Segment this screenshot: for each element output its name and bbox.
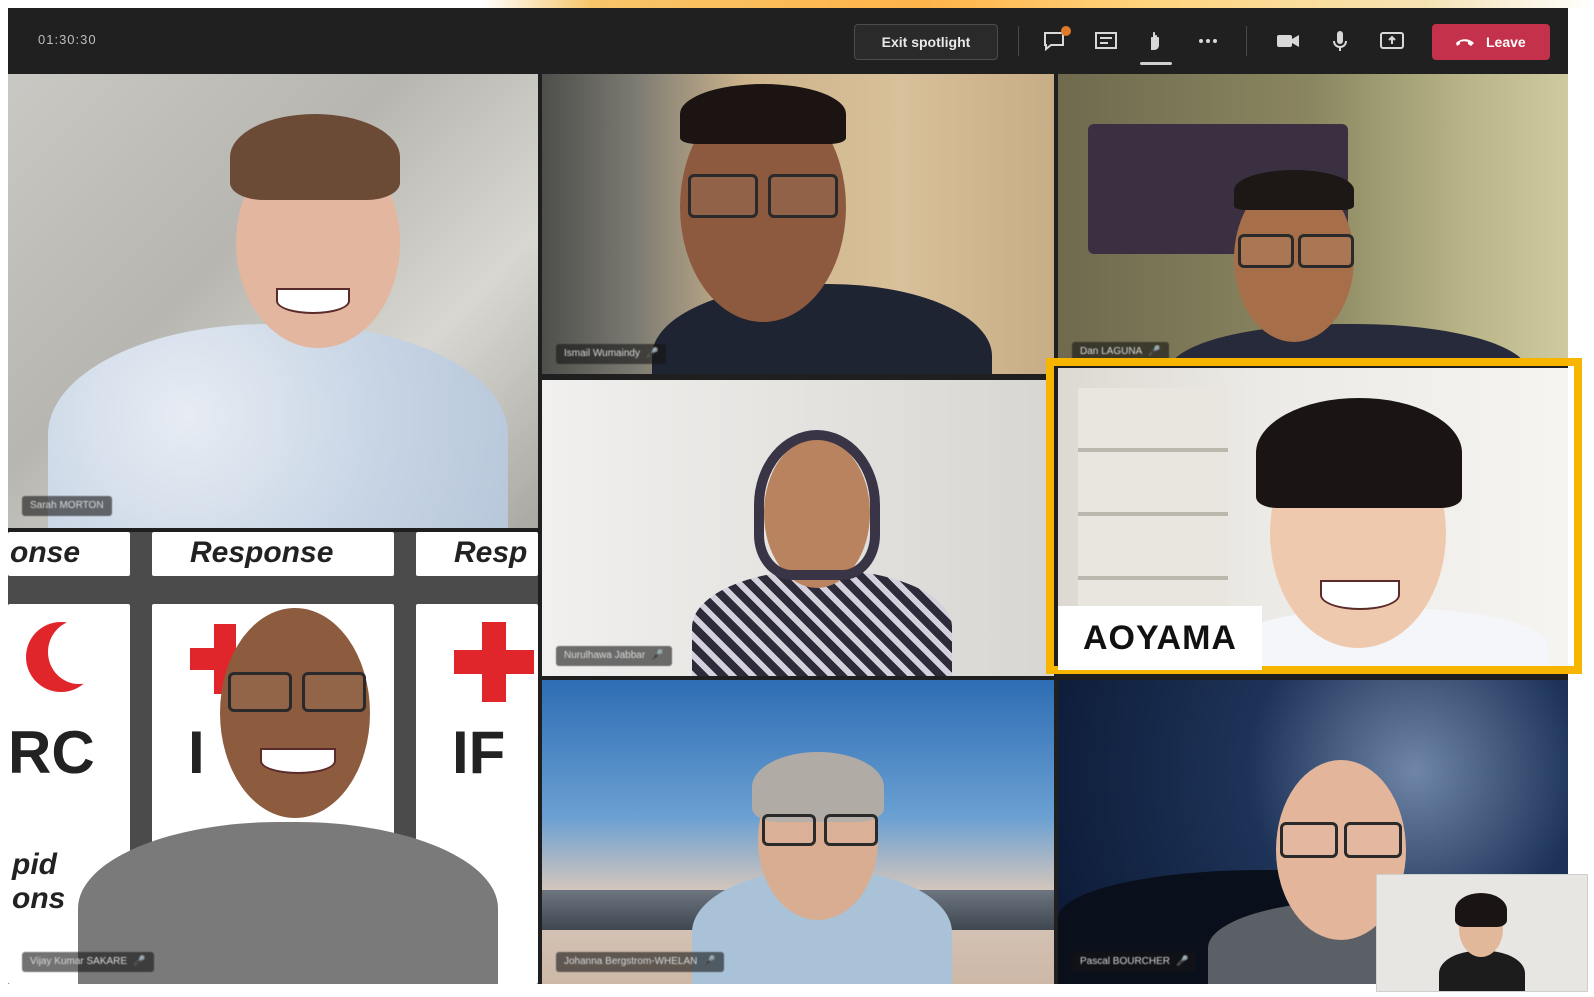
hang-up-icon <box>1454 34 1476 50</box>
banner-letters: IF <box>452 719 506 786</box>
mic-icon: 🎤 <box>703 956 716 967</box>
video-tile-top-right[interactable]: Dan LAGUNA 🎤 <box>1058 74 1568 364</box>
more-icon[interactable] <box>1194 28 1222 54</box>
participant-glasses <box>1298 234 1354 268</box>
participant-smile <box>276 288 350 314</box>
mic-icon[interactable] <box>1326 28 1354 54</box>
self-view-thumbnail[interactable] <box>1376 874 1588 992</box>
participant-name: Johanna Bergstrom-WHELAN <box>564 956 698 967</box>
meeting-timer: 01:30:30 <box>38 32 97 47</box>
participant-glasses <box>228 672 292 712</box>
decorative-banner-strip <box>480 0 1594 8</box>
participant-name: Vijay Kumar SAKARE <box>30 956 128 967</box>
camera-icon[interactable] <box>1274 28 1302 54</box>
screenshot-frame: 01:30:30 Exit spotlight Leave Sarah MORT… <box>0 0 1594 997</box>
red-crescent-icon <box>26 620 110 692</box>
banner-word: Resp <box>454 536 528 569</box>
participant-glasses <box>302 672 366 712</box>
participant-name-tag: Vijay Kumar SAKARE 🎤 <box>22 952 154 972</box>
banner-letters: RC <box>8 719 95 786</box>
participant-name: Pascal BOURCHER <box>1080 956 1171 967</box>
participant-name: Dan LAGUNA <box>1080 346 1143 357</box>
participant-name-tag: Johanna Bergstrom-WHELAN 🎤 <box>556 952 724 972</box>
mic-icon: 🎤 <box>645 348 659 359</box>
raise-hand-icon[interactable] <box>1142 28 1170 54</box>
meeting-toolbar: 01:30:30 Exit spotlight Leave <box>8 8 1568 74</box>
video-tile-top-left[interactable]: Sarah MORTON <box>8 74 538 528</box>
participant-hair <box>230 114 400 200</box>
exit-spotlight-button[interactable]: Exit spotlight <box>854 24 998 60</box>
notification-dot <box>1061 26 1071 36</box>
mic-icon: 🎤 <box>1176 956 1189 967</box>
participant-name: Ismail Wumaindy <box>564 348 640 359</box>
participant-name: Sarah MORTON <box>30 500 104 511</box>
participant-hair <box>1455 893 1507 927</box>
participant-glasses <box>768 174 838 218</box>
banner-word: Response <box>190 536 334 569</box>
participants-icon[interactable] <box>1092 28 1120 54</box>
participant-body <box>1439 951 1525 991</box>
participant-glasses <box>824 814 878 846</box>
participant-name-tag: Pascal BOURCHER 🎤 <box>1072 952 1197 972</box>
participant-name-tag: Ismail Wumaindy 🎤 <box>556 344 667 364</box>
participant-hijab <box>754 430 880 580</box>
banner-lower-word: ons <box>12 882 66 915</box>
banner-lower-word: pid <box>12 848 57 881</box>
participant-body <box>48 324 508 528</box>
highlight-name-label: AOYAMA <box>1058 606 1262 670</box>
video-tile-bottom-middle[interactable]: Johanna Bergstrom-WHELAN 🎤 <box>542 680 1054 984</box>
banner-letters: I <box>188 719 205 786</box>
banner-word: onse <box>10 536 81 569</box>
toolbar-divider <box>1018 26 1019 56</box>
mic-icon: 🎤 <box>133 956 146 967</box>
participant-name-tag: Nurulhawa Jabbar 🎤 <box>556 646 672 666</box>
video-tile-bottom-left[interactable]: onse Response Resp RC I IF pid ons Vijay… <box>8 532 538 984</box>
participant-glasses <box>1280 822 1338 858</box>
participant-hair <box>680 84 846 144</box>
participant-name-tag: Sarah MORTON <box>22 496 112 516</box>
mic-icon: 🎤 <box>651 650 664 661</box>
participant-smile <box>260 748 336 774</box>
toolbar-divider <box>1246 26 1247 56</box>
leave-button[interactable]: Leave <box>1432 24 1550 60</box>
video-tile-middle-center[interactable]: Nurulhawa Jabbar 🎤 <box>542 380 1054 676</box>
participant-face <box>220 608 370 818</box>
raise-hand-active-indicator <box>1140 62 1172 65</box>
share-screen-icon[interactable] <box>1378 28 1406 54</box>
participant-glasses <box>762 814 816 846</box>
leave-button-label: Leave <box>1486 34 1526 50</box>
video-tile-top-middle[interactable]: Ismail Wumaindy 🎤 <box>542 74 1054 374</box>
participant-glasses <box>688 174 758 218</box>
participant-hair <box>1234 170 1354 210</box>
participant-name: Nurulhawa Jabbar <box>564 650 646 661</box>
participant-hair <box>752 752 884 822</box>
participant-glasses <box>1238 234 1294 268</box>
participant-glasses <box>1344 822 1402 858</box>
red-cross-icon <box>454 622 534 702</box>
